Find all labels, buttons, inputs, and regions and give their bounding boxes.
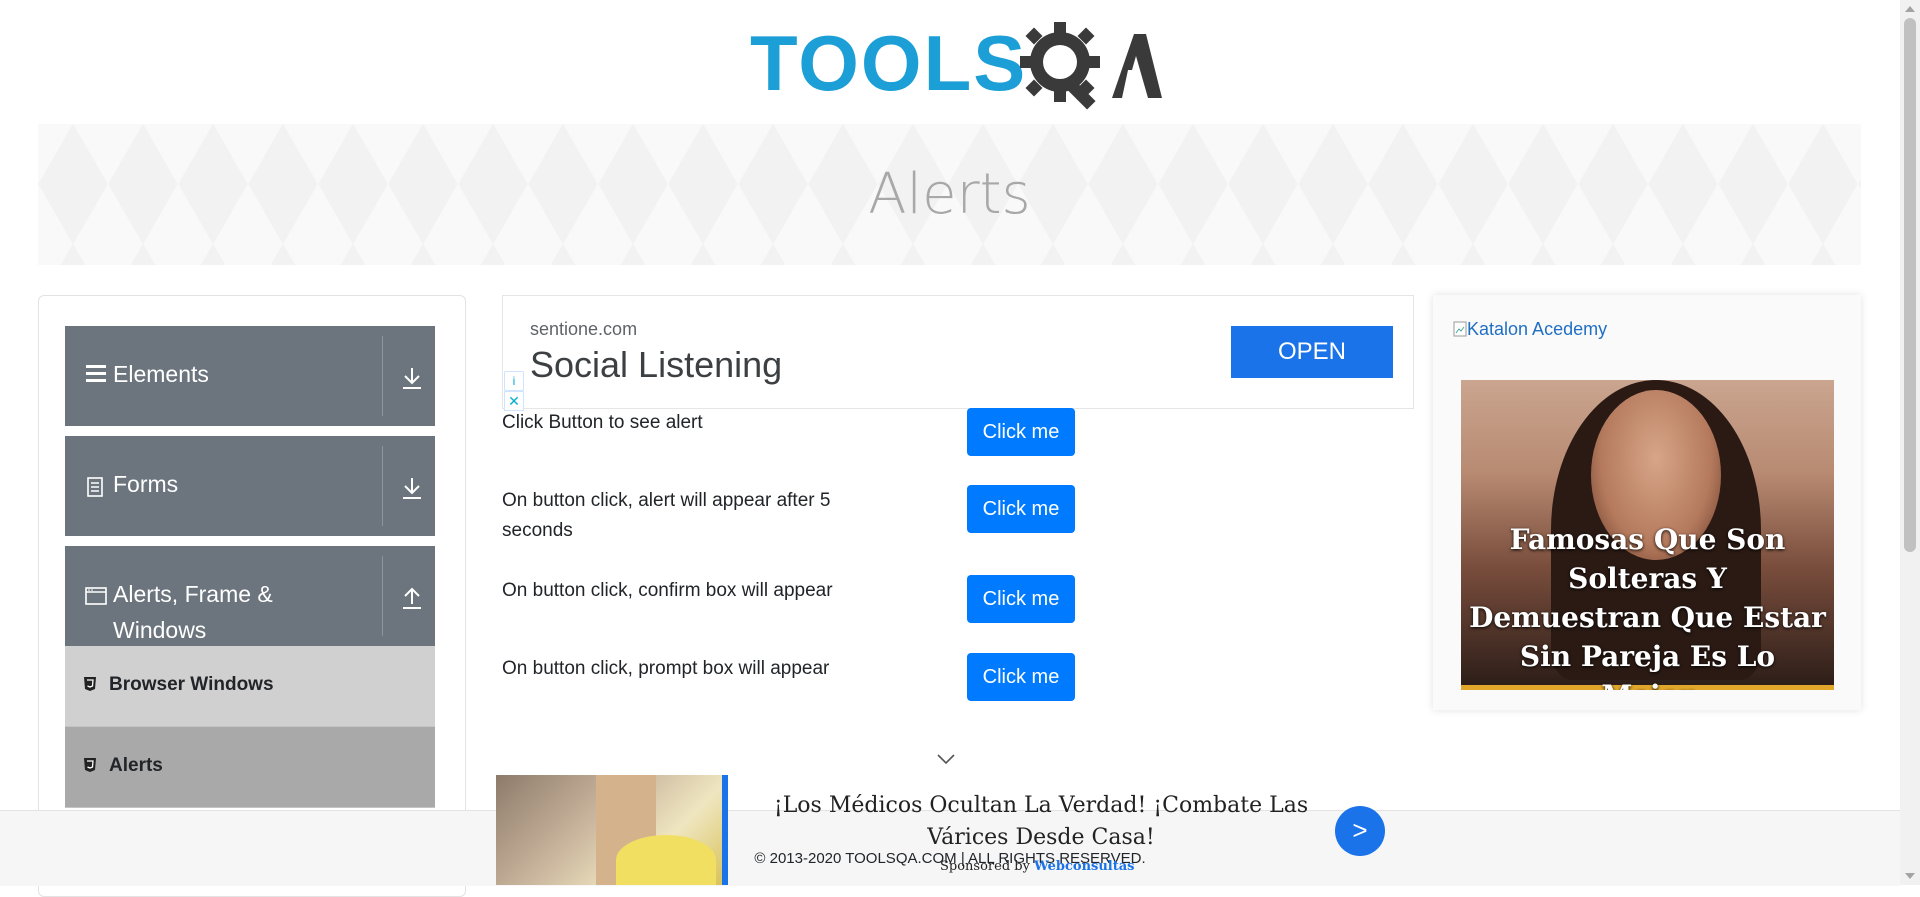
divider (382, 446, 383, 526)
sidebar-item-label: Browser Windows (109, 674, 274, 695)
prompt-button[interactable]: Click me (967, 653, 1075, 701)
bottom-ad-image[interactable] (496, 775, 724, 885)
top-ad-banner[interactable]: sentione.com Social Listening OPEN i ✕ (502, 295, 1414, 411)
ad-headline[interactable]: Social Listening (530, 344, 782, 386)
ad-open-button[interactable]: OPEN (1231, 326, 1393, 378)
bottom-ad-image-tub (616, 835, 716, 885)
chevron-down-icon[interactable] (936, 752, 956, 770)
page-banner: Alerts (38, 124, 1861, 265)
window-icon (85, 586, 107, 611)
confirm-button[interactable]: Click me (967, 575, 1075, 623)
divider (382, 556, 383, 636)
broken-image-icon (1453, 321, 1467, 337)
katalon-link-text: Katalon Acedemy (1467, 319, 1608, 339)
menu-icon (85, 362, 107, 389)
scroll-down-arrow-icon[interactable] (1905, 873, 1915, 879)
sidebar-item-label: Alerts (109, 755, 163, 776)
sidebar-group-label: Forms (113, 471, 179, 497)
divider (382, 336, 383, 416)
right-ad-panel[interactable]: Katalon Acedemy Famosas Que Son Solteras… (1433, 295, 1861, 710)
katalon-ad-link[interactable]: Katalon Acedemy (1453, 319, 1607, 340)
alert-row-label: Click Button to see alert (502, 412, 703, 433)
prompt-row-label: On button click, prompt box will appear (502, 658, 830, 679)
sidebar-panel: Elements Forms Alerts, Frame & Windows B… (38, 295, 466, 897)
confirm-row-label: On button click, confirm box will appear (502, 580, 833, 601)
ad-domain: sentione.com (530, 319, 638, 339)
page-scrollbar[interactable] (1900, 0, 1920, 885)
sponsored-prefix: Sponsored by (940, 859, 1030, 874)
sidebar-item-browser-windows[interactable]: Browser Windows (65, 646, 435, 727)
html5-icon (83, 757, 97, 778)
scroll-up-arrow-icon[interactable] (1905, 6, 1915, 12)
sidebar-item-alerts[interactable]: Alerts (65, 727, 435, 808)
gear-qa-icon (1020, 22, 1162, 110)
timer-alert-button[interactable]: Click me (967, 485, 1075, 533)
sponsored-by: Sponsored by Webconsultas (940, 859, 1135, 874)
toolsqa-logo[interactable]: TOOLS (750, 18, 1162, 114)
download-arrow-icon[interactable] (401, 476, 423, 500)
sponsor-link[interactable]: Webconsultas (1034, 859, 1134, 874)
html5-icon (83, 676, 97, 697)
alert-button[interactable]: Click me (967, 408, 1075, 456)
bottom-ad-text[interactable]: ¡Los Médicos Ocultan La Verdad! ¡Combate… (741, 790, 1341, 854)
sidebar-group-label: Elements (113, 361, 209, 387)
bottom-ad-next-button[interactable]: > (1335, 806, 1385, 856)
ad-image-woman[interactable]: Famosas Que Son Solteras Y Demuestran Qu… (1461, 380, 1834, 690)
download-arrow-icon[interactable] (401, 366, 423, 390)
logo-tools-text: TOOLS (750, 19, 1028, 107)
scroll-thumb[interactable] (1904, 18, 1916, 552)
timer-alert-row-label: On button click, alert will appear after… (502, 490, 831, 541)
form-icon (85, 476, 105, 503)
ad-info-icon[interactable]: i (504, 371, 524, 391)
sidebar-group-alerts-frame-windows[interactable]: Alerts, Frame & Windows (65, 546, 435, 646)
ad-caption: Famosas Que Son Solteras Y Demuestran Qu… (1469, 523, 1826, 690)
page-title: Alerts (868, 162, 1031, 227)
sidebar-group-label: Alerts, Frame & Windows (113, 581, 273, 643)
sidebar-group-forms[interactable]: Forms (65, 436, 435, 536)
bottom-ad-stripe (722, 775, 728, 885)
upload-arrow-icon[interactable] (401, 586, 423, 610)
sidebar-group-elements[interactable]: Elements (65, 326, 435, 426)
